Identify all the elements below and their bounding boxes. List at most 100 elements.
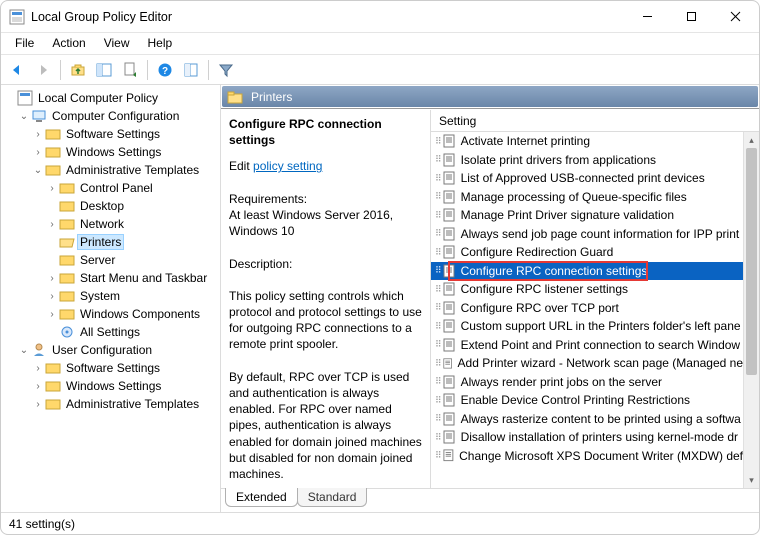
tree-panel[interactable]: Local Computer Policy ⌄ Computer Configu… [1,85,221,512]
back-button[interactable] [5,58,29,82]
tree-system[interactable]: ›System [3,287,218,305]
tab-standard[interactable]: Standard [297,488,368,507]
setting-row-selected[interactable]: ⠿Configure RPC connection settings [431,262,743,281]
setting-icon [443,301,457,315]
grip-icon: ⠿ [435,339,440,350]
up-button[interactable] [66,58,90,82]
edit-line: Edit policy setting [229,158,422,174]
chevron-right-icon[interactable]: › [45,291,59,302]
tree-u-administrative-templates[interactable]: › Administrative Templates [3,395,218,413]
tree-desktop[interactable]: Desktop [3,197,218,215]
tree-label: Computer Configuration [49,109,182,123]
tree-control-panel[interactable]: ›Control Panel [3,179,218,197]
folder-icon [45,126,61,142]
setting-row[interactable]: ⠿Always send job page count information … [431,225,743,244]
setting-label: List of Approved USB-connected print dev… [461,171,705,185]
menu-view[interactable]: View [96,35,138,52]
setting-row[interactable]: ⠿Always rasterize content to be printed … [431,410,743,429]
chevron-right-icon[interactable]: › [45,309,59,320]
grip-icon: ⠿ [435,376,440,387]
tree-printers[interactable]: Printers [3,233,218,251]
tree-label: Local Computer Policy [35,91,161,105]
tree-u-windows-settings[interactable]: ›Windows Settings [3,377,218,395]
scrollbar-thumb[interactable] [746,148,757,375]
setting-row[interactable]: ⠿ Manage Print Driver signature validatio… [431,206,743,225]
tree-administrative-templates[interactable]: ⌄ Administrative Templates [3,161,218,179]
tree-software-settings[interactable]: › Software Settings [3,125,218,143]
tree-all-settings[interactable]: All Settings [3,323,218,341]
setting-row[interactable]: ⠿List of Approved USB-connected print de… [431,169,743,188]
help-button[interactable]: ? [153,58,177,82]
grip-icon: ⠿ [435,210,440,221]
setting-row[interactable]: ⠿Isolate print drivers from applications [431,151,743,170]
properties-button[interactable] [179,58,203,82]
setting-row[interactable]: ⠿Custom support URL in the Printers fold… [431,317,743,336]
scroll-up-icon[interactable]: ▴ [744,132,759,148]
settings-list[interactable]: ⠿Activate Internet printing⠿Isolate prin… [431,132,759,488]
chevron-right-icon[interactable]: › [31,399,45,410]
tree-computer-configuration[interactable]: ⌄ Computer Configuration [3,107,218,125]
setting-row[interactable]: ⠿Manage processing of Queue-specific fil… [431,188,743,207]
setting-label: Manage Print Driver signature validation [461,208,674,222]
setting-label: Configure Redirection Guard [461,245,614,259]
svg-text:?: ? [162,66,168,77]
chevron-down-icon[interactable]: ⌄ [31,165,45,176]
tree-label: Administrative Templates [63,397,202,411]
close-button[interactable] [713,2,757,32]
setting-icon [443,319,457,333]
setting-row[interactable]: ⠿Add Printer wizard - Network scan page … [431,354,743,373]
menu-action[interactable]: Action [44,35,93,52]
minimize-button[interactable] [625,2,669,32]
setting-row[interactable]: ⠿Disallow installation of printers using… [431,428,743,447]
chevron-right-icon[interactable]: › [31,129,45,140]
setting-row[interactable]: ⠿Enable Device Control Printing Restrict… [431,391,743,410]
chevron-right-icon[interactable]: › [31,147,45,158]
settings-icon [59,324,75,340]
tree-user-configuration[interactable]: ⌄ User Configuration [3,341,218,359]
filter-button[interactable] [214,58,238,82]
setting-row[interactable]: ⠿Change Microsoft XPS Document Writer (M… [431,447,743,466]
scrollbar-track[interactable] [744,148,759,472]
forward-button[interactable] [31,58,55,82]
tree-network[interactable]: › Network [3,215,218,233]
setting-row[interactable]: ⠿ Extend Point and Print connection to se… [431,336,743,355]
requirements-line: At least Windows Server 2016, [229,207,422,223]
setting-row[interactable]: ⠿Activate Internet printing [431,132,743,151]
setting-row[interactable]: ⠿Configure RPC listener settings [431,280,743,299]
export-list-button[interactable] [118,58,142,82]
tree-root[interactable]: Local Computer Policy [3,89,218,107]
maximize-button[interactable] [669,2,713,32]
chevron-right-icon[interactable]: › [31,381,45,392]
setting-row[interactable]: ⠿Configure RPC over TCP port [431,299,743,318]
tree-server[interactable]: Server [3,251,218,269]
folder-icon [59,306,75,322]
setting-label: Extend Point and Print connection to sea… [461,338,741,352]
setting-label: Disallow installation of printers using … [461,430,738,444]
tree-label: User Configuration [49,343,155,357]
list-column-header[interactable]: Setting [431,110,759,132]
tree-start-menu-taskbar[interactable]: ›Start Menu and Taskbar [3,269,218,287]
chevron-right-icon[interactable]: › [31,363,45,374]
chevron-right-icon[interactable]: › [45,273,59,284]
chevron-down-icon[interactable]: ⌄ [17,111,31,122]
setting-row[interactable]: ⠿Always render print jobs on the server [431,373,743,392]
setting-row[interactable]: ⠿Configure Redirection Guard [431,243,743,262]
tree-label: Network [77,217,127,231]
edit-policy-link[interactable]: policy setting [253,159,322,173]
show-hide-tree-button[interactable] [92,58,116,82]
chevron-right-icon[interactable]: › [45,183,59,194]
folder-icon [227,89,243,105]
menu-help[interactable]: Help [140,35,181,52]
vertical-scrollbar[interactable]: ▴ ▾ [743,132,759,488]
tab-extended[interactable]: Extended [225,488,298,507]
menu-file[interactable]: File [7,35,42,52]
setting-icon [443,412,457,426]
scroll-down-icon[interactable]: ▾ [744,472,759,488]
tree-windows-components[interactable]: ›Windows Components [3,305,218,323]
tree-windows-settings[interactable]: › Windows Settings [3,143,218,161]
setting-label: Configure RPC listener settings [461,282,628,296]
tree-u-software-settings[interactable]: ›Software Settings [3,359,218,377]
chevron-right-icon[interactable]: › [45,219,59,230]
category-header: Printers [221,85,759,109]
chevron-down-icon[interactable]: ⌄ [17,345,31,356]
